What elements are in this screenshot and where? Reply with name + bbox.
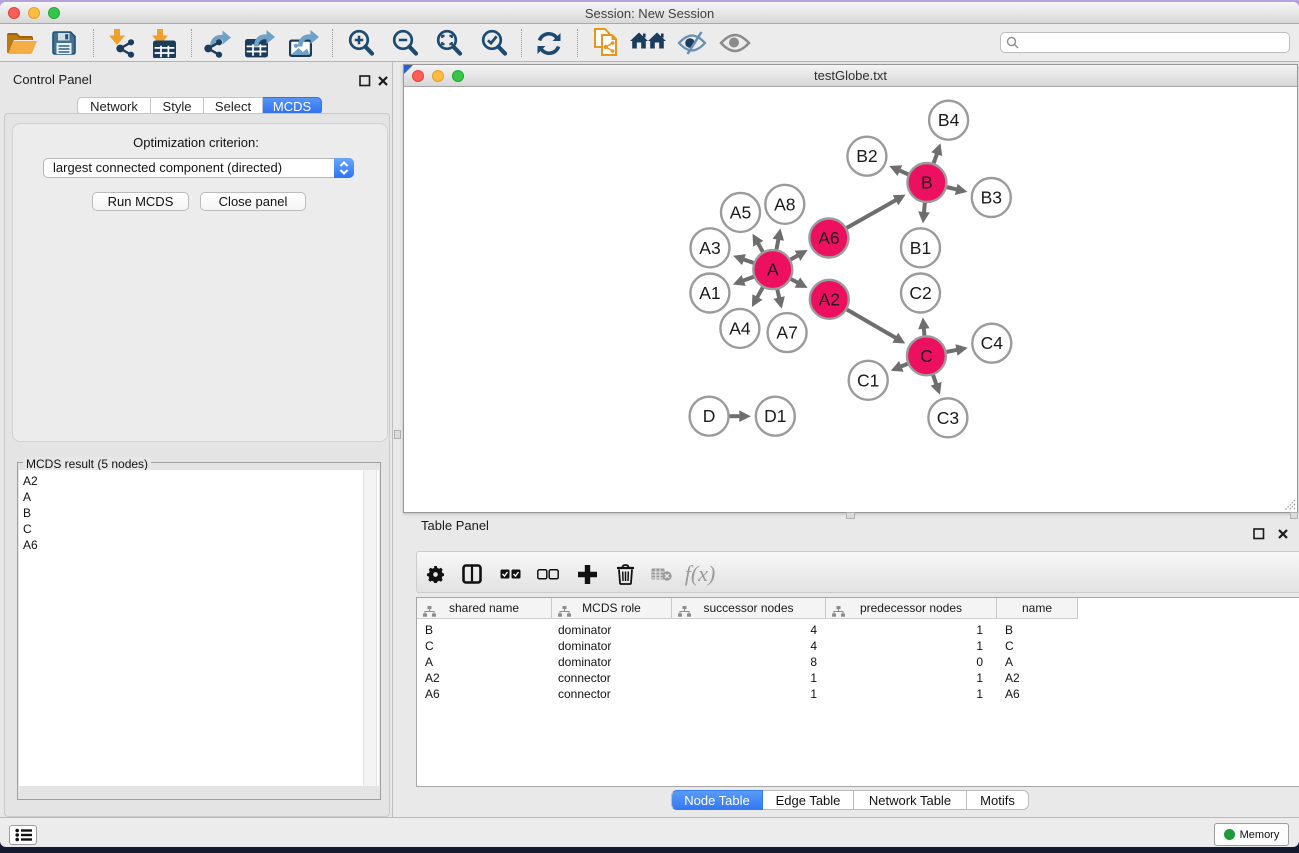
- svg-text:B: B: [921, 172, 933, 192]
- svg-text:B4: B4: [938, 110, 960, 130]
- svg-text:C4: C4: [981, 333, 1004, 353]
- svg-text:C3: C3: [937, 407, 959, 427]
- svg-text:D1: D1: [764, 406, 786, 426]
- svg-text:A5: A5: [730, 202, 751, 222]
- svg-text:A2: A2: [819, 289, 840, 309]
- svg-text:A: A: [767, 259, 779, 279]
- svg-text:B1: B1: [910, 237, 931, 257]
- svg-text:C: C: [920, 345, 933, 365]
- svg-text:D: D: [703, 406, 716, 426]
- svg-text:B3: B3: [981, 187, 1002, 207]
- svg-text:A7: A7: [776, 322, 797, 342]
- svg-text:A8: A8: [774, 194, 795, 214]
- svg-text:A6: A6: [818, 228, 839, 248]
- svg-text:C1: C1: [857, 370, 879, 390]
- svg-text:C2: C2: [909, 283, 931, 303]
- svg-text:A3: A3: [699, 237, 720, 257]
- svg-text:B2: B2: [856, 146, 877, 166]
- svg-text:A4: A4: [729, 318, 751, 338]
- svg-text:A1: A1: [699, 283, 720, 303]
